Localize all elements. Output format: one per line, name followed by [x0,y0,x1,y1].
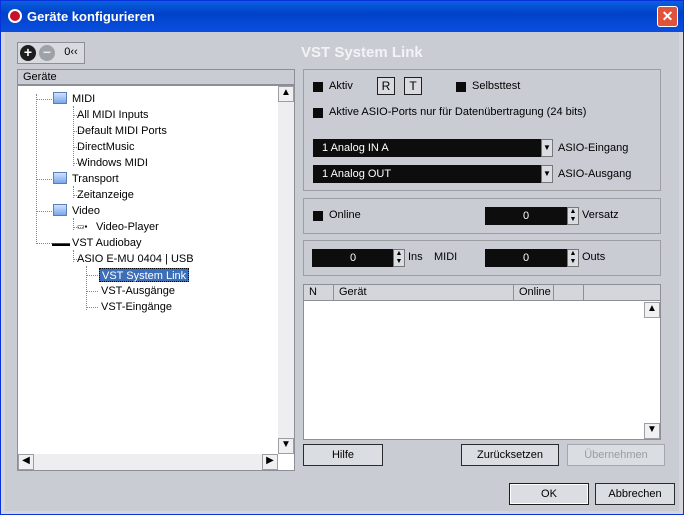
tree-connector [36,99,52,100]
column-n[interactable]: N [304,285,334,301]
column-online[interactable]: Online [514,285,554,301]
device-list: N Gerät Online ▲ ▼ [303,284,661,440]
add-device-button[interactable]: + [20,45,36,61]
tree-horizontal-scrollbar[interactable]: ◀ ▶ [18,454,278,470]
video-player-icon: ▭▪ [77,222,88,231]
chevron-down-icon: ▼ [541,165,553,183]
close-button[interactable]: ✕ [657,6,678,27]
system-link-settings-group: Aktiv R T Selbsttest Aktive ASIO-Ports n… [303,69,661,191]
column-geraet[interactable]: Gerät [334,285,514,301]
aktiv-checkbox[interactable] [313,82,323,92]
tree-item-windows-midi[interactable]: Windows MIDI [77,156,148,170]
tree-connector [36,94,37,244]
t-button[interactable]: T [404,77,422,95]
scroll-down-icon[interactable]: ▼ [644,423,660,439]
tree-item-vst-system-link[interactable]: VST System Link [99,268,190,282]
asio-input-label: ASIO-Eingang [558,142,629,154]
tree-item-vst-audiobay[interactable]: VST Audiobay [72,236,142,250]
asio-input-value: 1 Analog IN A [322,142,389,154]
tree-item-midi[interactable]: MIDI [72,92,95,106]
tree-vertical-scrollbar[interactable]: ▲ ▼ [278,86,294,454]
asio-ports-label: Aktive ASIO-Ports nur für Datenübertragu… [329,106,587,118]
asio-ports-checkbox[interactable] [313,108,323,118]
asio-output-label: ASIO-Ausgang [558,168,632,180]
dialog-window: Geräte konfigurieren ✕ + − 0‹‹ VST Syste… [0,0,684,515]
folder-icon [53,172,67,184]
tree-item-directmusic[interactable]: DirectMusic [77,140,134,154]
selbsttest-checkbox[interactable] [456,82,466,92]
folder-icon [53,92,67,104]
tree-connector [86,291,98,292]
asio-output-select[interactable]: 1 Analog OUT ▼ [313,165,553,183]
tree-item-zeitanzeige[interactable]: Zeitanzeige [77,188,134,202]
scroll-left-icon[interactable]: ◀ [18,454,34,470]
ins-stepper[interactable]: ▲ ▼ [393,249,405,267]
selbsttest-label: Selbsttest [472,80,521,92]
aktiv-label: Aktiv [329,80,353,92]
tree-item-asio-device[interactable]: ASIO E-MU 0404 | USB [77,252,194,266]
tree-connector [86,275,98,276]
scroll-right-icon[interactable]: ▶ [262,454,278,470]
tree-connector [36,243,52,244]
dialog-body: + − 0‹‹ VST System Link Geräte MIDI All … [5,32,679,511]
tree-item-vst-eingaenge[interactable]: VST-Eingänge [101,300,172,314]
device-tree: MIDI All MIDI Inputs Default MIDI Ports … [17,85,295,471]
remove-device-button[interactable]: − [39,45,55,61]
tree-header: Geräte [17,69,295,85]
outs-label: Outs [582,251,606,263]
list-header: N Gerät Online [304,285,660,301]
tree-item-all-midi-inputs[interactable]: All MIDI Inputs [77,108,149,122]
midi-settings-group: 0 ▲ ▼ Ins MIDI 0 ▲ ▼ Outs [303,240,661,276]
tree-item-transport[interactable]: Transport [72,172,119,186]
tree-item-vst-ausgaenge[interactable]: VST-Ausgänge [101,284,175,298]
apply-button[interactable]: Übernehmen [567,444,665,466]
reset-device-button[interactable]: 0‹‹ [60,45,82,61]
tree-connector [73,186,74,198]
outs-field[interactable]: 0 [485,249,567,267]
versatz-label: Versatz [582,209,619,221]
r-button[interactable]: R [377,77,395,95]
title-bar: Geräte konfigurieren ✕ [1,1,683,32]
scroll-up-icon[interactable]: ▲ [644,302,660,318]
outs-stepper[interactable]: ▲ ▼ [567,249,579,267]
tree-item-video-player[interactable]: Video-Player [96,220,159,234]
asio-output-value: 1 Analog OUT [322,168,392,180]
reset-button[interactable]: Zurücksetzen [461,444,559,466]
tree-item-default-midi-ports[interactable]: Default MIDI Ports [77,124,167,138]
tree-connector [73,218,74,230]
ins-label: Ins [408,251,423,263]
tree-connector [36,179,52,180]
window-title: Geräte konfigurieren [27,9,155,24]
ins-field[interactable]: 0 [312,249,394,267]
online-settings-group: Online 0 ▲ ▼ Versatz [303,198,661,234]
asio-input-select[interactable]: 1 Analog IN A ▼ [313,139,553,157]
tree-connector [86,307,98,308]
cancel-button[interactable]: Abbrechen [595,483,675,505]
online-label: Online [329,209,361,221]
tree-connector [73,250,74,262]
scroll-down-icon[interactable]: ▼ [278,438,294,454]
panel-title: VST System Link [301,44,423,61]
tree-item-video[interactable]: Video [72,204,100,218]
app-icon [8,9,22,23]
audiobay-icon: ▬▬ [52,238,70,248]
online-checkbox[interactable] [313,211,323,221]
tree-connector [86,266,87,310]
versatz-field[interactable]: 0 [485,207,567,225]
midi-label: MIDI [434,251,458,263]
ok-button[interactable]: OK [509,483,589,505]
versatz-stepper[interactable]: ▲ ▼ [567,207,579,225]
chevron-down-icon: ▼ [541,139,553,157]
folder-icon [53,204,67,216]
column-empty [554,285,584,301]
help-button[interactable]: Hilfe [303,444,383,466]
tree-connector [36,211,52,212]
scroll-up-icon[interactable]: ▲ [278,86,294,102]
device-toolbar: + − 0‹‹ [17,42,85,64]
